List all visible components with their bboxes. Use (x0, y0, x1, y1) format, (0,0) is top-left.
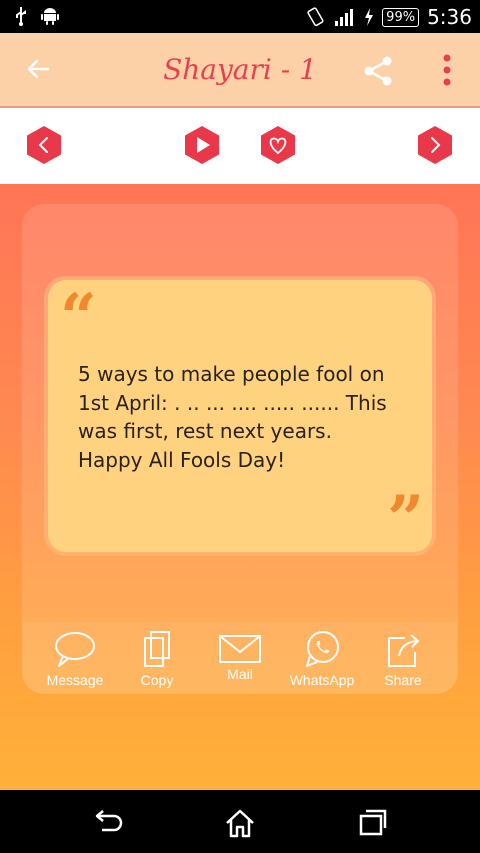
message-action[interactable]: Message (30, 630, 120, 688)
copy-icon (144, 631, 170, 667)
previous-button[interactable] (24, 125, 64, 165)
navigation-toolbar (0, 108, 480, 184)
share-icon[interactable] (362, 55, 394, 87)
close-quote-icon: ” (387, 482, 424, 557)
whatsapp-action[interactable]: WhatsApp (277, 630, 367, 688)
usb-icon (16, 7, 26, 26)
back-nav-icon[interactable] (92, 808, 124, 836)
overflow-menu-icon[interactable] (440, 53, 454, 87)
open-quote-icon: “ (60, 280, 97, 355)
signal-icon (335, 9, 354, 26)
page-title: Shayari - 1 (163, 53, 317, 86)
message-icon (55, 632, 95, 667)
share-out-action[interactable]: Share (358, 630, 448, 688)
share-actions-bar: Message Copy Mail WhatsApp Share (22, 622, 458, 694)
mail-action[interactable]: Mail (195, 630, 285, 682)
home-nav-icon[interactable] (224, 808, 256, 838)
battery-indicator: 99% (382, 7, 420, 27)
share-label: Share (384, 672, 422, 688)
play-button[interactable] (182, 125, 222, 165)
message-label: Message (46, 672, 104, 688)
share-out-icon (388, 634, 419, 667)
next-button[interactable] (415, 125, 455, 165)
charging-icon (365, 8, 374, 26)
shayari-card: “ 5 ways to make people fool on 1st Apri… (48, 280, 432, 552)
copy-label: Copy (140, 672, 174, 688)
app-bar: Shayari - 1 (0, 33, 480, 108)
mail-icon (219, 635, 261, 663)
shayari-text: 5 ways to make people fool on 1st April:… (78, 362, 387, 472)
recents-nav-icon[interactable] (358, 808, 388, 836)
content-area: “ 5 ways to make people fool on 1st Apri… (0, 184, 480, 790)
whatsapp-icon (306, 631, 339, 667)
favorite-button[interactable] (258, 125, 298, 165)
vibrate-icon (307, 7, 324, 27)
android-icon (41, 8, 59, 25)
status-bar: 99% 5:36 (0, 0, 480, 33)
system-nav-bar (0, 790, 480, 853)
whatsapp-label: WhatsApp (289, 672, 355, 688)
clock: 5:36 (427, 5, 472, 29)
copy-action[interactable]: Copy (112, 630, 202, 688)
mail-label: Mail (227, 666, 253, 682)
